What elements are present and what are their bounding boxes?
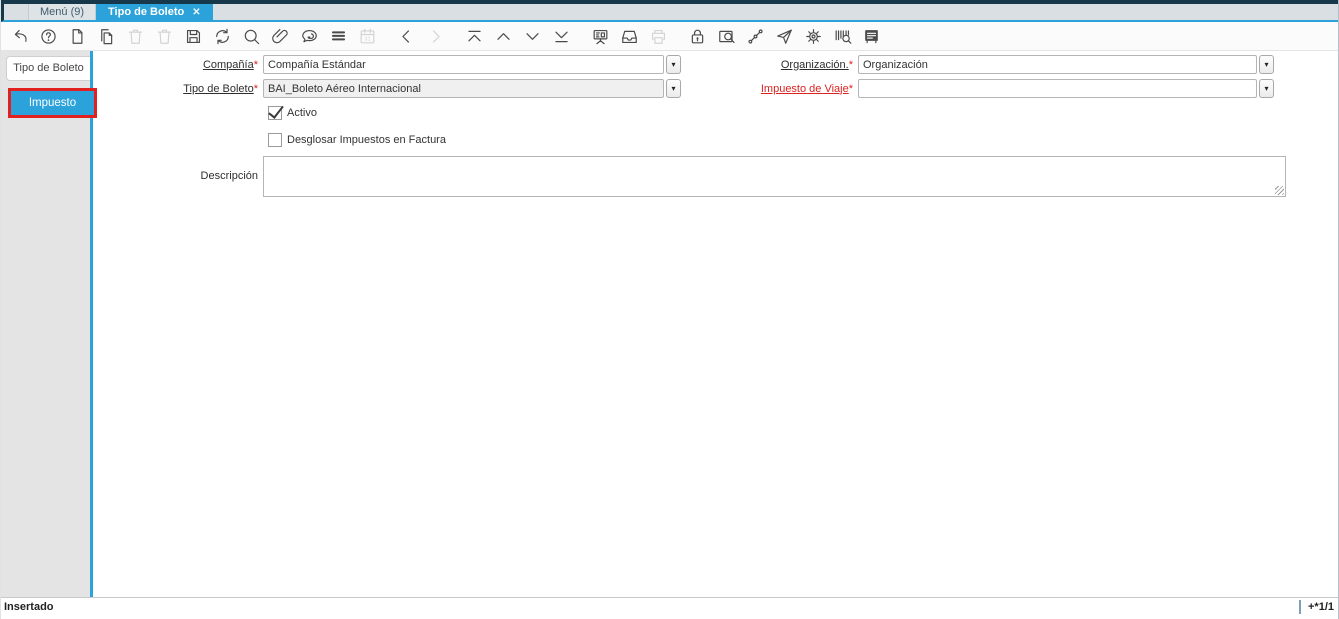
organizacion-fieldwrap: ▾: [858, 55, 1274, 74]
tab-menu-label: Menú (9): [40, 6, 85, 18]
next-record-icon[interactable]: [523, 27, 542, 46]
help-icon[interactable]: [39, 27, 58, 46]
form-row-1: Compañía* ▾ Organización.* ▾: [93, 55, 1338, 74]
lock-record-icon[interactable]: [688, 27, 707, 46]
desglosar-checkbox[interactable]: [268, 133, 282, 147]
parent-record-icon[interactable]: [397, 27, 416, 46]
organizacion-dropdown-icon[interactable]: ▾: [1259, 55, 1274, 74]
save-record-icon[interactable]: [184, 27, 203, 46]
tipo-de-boleto-label: Tipo de Boleto*: [183, 82, 258, 95]
tipo-de-boleto-fieldwrap: ▾: [263, 79, 681, 98]
tab-tipo-de-boleto[interactable]: Tipo de Boleto ✕: [96, 4, 213, 20]
record-indicator: +*1/1: [1299, 600, 1338, 614]
first-record-icon[interactable]: [465, 27, 484, 46]
organizacion-label: Organización.*: [780, 58, 853, 71]
workflow-icon[interactable]: [746, 27, 765, 46]
form-row-2: Tipo de Boleto* ▾ Impuesto de Viaje* ▾: [93, 79, 1338, 98]
tab-close-icon[interactable]: ✕: [192, 7, 200, 18]
delete-selection-icon: [155, 27, 174, 46]
tipo-de-boleto-dropdown-icon[interactable]: ▾: [666, 79, 681, 98]
report-icon[interactable]: [591, 27, 610, 46]
delete-record-icon: [126, 27, 145, 46]
desglosar-row: Desglosar Impuestos en Factura: [268, 133, 1338, 147]
tipo-de-boleto-input[interactable]: [263, 79, 664, 98]
requery-icon[interactable]: [213, 27, 232, 46]
compania-input[interactable]: [263, 55, 664, 74]
descripcion-box: [263, 156, 1286, 197]
window-content: Tipo de Boleto Impuesto Compañía* ▾ Orga…: [1, 51, 1338, 597]
sidebar-tab-impuesto-label: Impuesto: [28, 96, 77, 109]
desglosar-label: Desglosar Impuestos en Factura: [287, 134, 446, 146]
descripcion-label: Descripción: [200, 170, 258, 182]
find-record-icon[interactable]: [242, 27, 261, 46]
last-record-icon[interactable]: [552, 27, 571, 46]
product-info-icon[interactable]: [833, 27, 852, 46]
status-bar: Insertado +*1/1: [1, 597, 1338, 616]
zoom-across-icon[interactable]: [717, 27, 736, 46]
print-icon: [649, 27, 668, 46]
compania-dropdown-icon[interactable]: ▾: [666, 55, 681, 74]
compania-label: Compañía*: [202, 58, 258, 71]
undo-icon[interactable]: [10, 27, 29, 46]
application-window: Menú (9) Tipo de Boleto ✕ 31 Tipo de Bol…: [0, 0, 1339, 619]
run-process-icon[interactable]: [775, 27, 794, 46]
tab-tipo-de-boleto-label: Tipo de Boleto: [108, 6, 185, 18]
main-toolbar: 31: [1, 22, 1338, 51]
history-icon: 31: [358, 27, 377, 46]
grid-toggle-icon[interactable]: [329, 27, 348, 46]
sidebar-tab-tipo-de-boleto-label: Tipo de Boleto: [13, 62, 84, 74]
activo-row: Activo: [268, 106, 1338, 120]
chat-icon[interactable]: [300, 27, 319, 46]
status-text: Insertado: [4, 601, 54, 613]
impuesto-de-viaje-input[interactable]: [858, 79, 1257, 98]
window-help-icon[interactable]: [862, 27, 881, 46]
previous-record-icon[interactable]: [494, 27, 513, 46]
sidebar-tab-tipo-de-boleto[interactable]: Tipo de Boleto: [6, 56, 90, 81]
detail-record-icon: [426, 27, 445, 46]
sidebar-tab-impuesto[interactable]: Impuesto: [8, 87, 97, 118]
window-tab-bar: Menú (9) Tipo de Boleto ✕: [1, 4, 1338, 22]
descripcion-textarea[interactable]: [263, 156, 1286, 197]
activo-label: Activo: [287, 107, 317, 119]
attachment-icon[interactable]: [271, 27, 290, 46]
impuesto-de-viaje-dropdown-icon[interactable]: ▾: [1259, 79, 1274, 98]
impuesto-de-viaje-fieldwrap: ▾: [858, 79, 1274, 98]
organizacion-input[interactable]: [858, 55, 1257, 74]
impuesto-de-viaje-label: Impuesto de Viaje*: [760, 82, 853, 95]
archive-icon[interactable]: [620, 27, 639, 46]
descripcion-row: Descripción: [93, 156, 1338, 197]
preferences-icon[interactable]: [804, 27, 823, 46]
svg-text:31: 31: [364, 36, 370, 42]
detail-tab-sidebar: Tipo de Boleto Impuesto: [1, 51, 97, 597]
activo-checkbox[interactable]: [268, 106, 282, 120]
compania-fieldwrap: ▾: [263, 55, 681, 74]
form-panel: Compañía* ▾ Organización.* ▾ Tipo de Bol…: [93, 51, 1338, 597]
new-record-icon[interactable]: [68, 27, 87, 46]
copy-record-icon[interactable]: [97, 27, 116, 46]
tab-menu[interactable]: Menú (9): [28, 4, 97, 20]
